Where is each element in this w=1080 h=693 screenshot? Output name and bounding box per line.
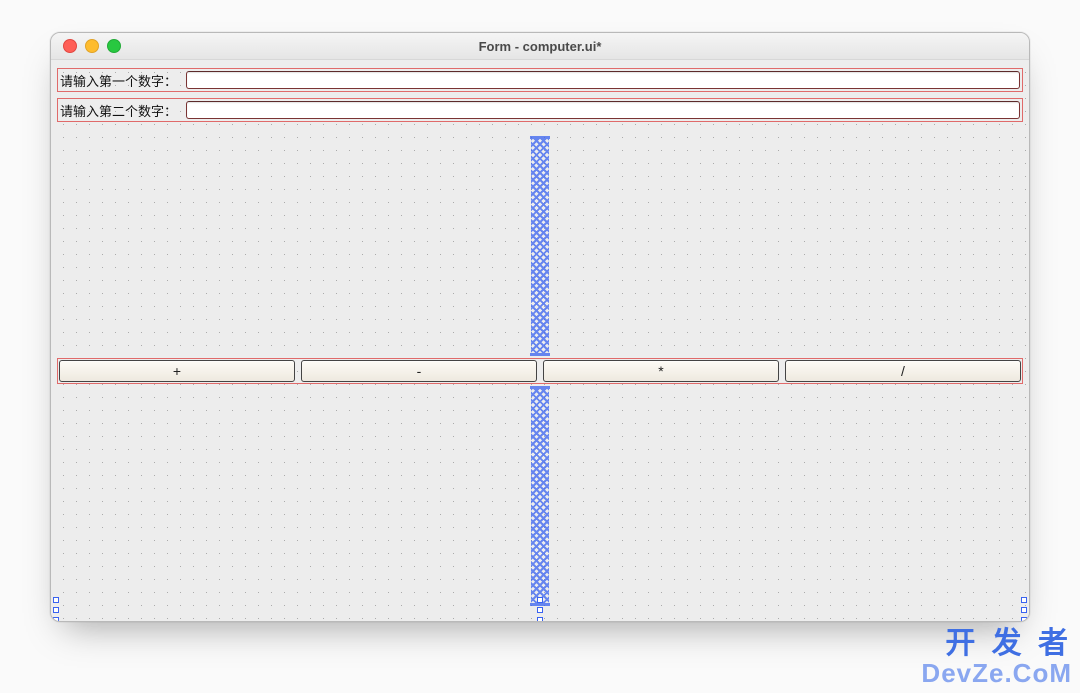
selection-handle[interactable] bbox=[53, 617, 59, 622]
divide-button[interactable]: / bbox=[785, 360, 1021, 382]
watermark: 开 发 者 DevZe.CoM bbox=[921, 628, 1072, 687]
input-number-1[interactable] bbox=[186, 71, 1020, 89]
divide-label: / bbox=[901, 363, 905, 379]
designer-window: Form - computer.ui* 请输入第一个数字： 请输入第二个数字： … bbox=[50, 32, 1030, 622]
selection-handle[interactable] bbox=[53, 597, 59, 603]
subtract-button[interactable]: - bbox=[301, 360, 537, 382]
window-title: Form - computer.ui* bbox=[51, 39, 1029, 54]
multiply-label: * bbox=[658, 363, 663, 379]
close-icon[interactable] bbox=[63, 39, 77, 53]
selection-handle[interactable] bbox=[537, 617, 543, 622]
input-row-2[interactable]: 请输入第二个数字： bbox=[57, 98, 1023, 122]
label-number-1: 请输入第一个数字： bbox=[58, 69, 186, 91]
input-row-1[interactable]: 请输入第一个数字： bbox=[57, 68, 1023, 92]
selection-handle[interactable] bbox=[537, 607, 543, 613]
operator-button-row[interactable]: + - * / bbox=[57, 358, 1023, 384]
zoom-icon[interactable] bbox=[107, 39, 121, 53]
selection-handle[interactable] bbox=[53, 607, 59, 613]
traffic-lights bbox=[51, 39, 121, 53]
multiply-button[interactable]: * bbox=[543, 360, 779, 382]
watermark-line-2: DevZe.CoM bbox=[921, 660, 1072, 687]
vertical-spacer-top[interactable] bbox=[531, 136, 549, 356]
subtract-label: - bbox=[417, 363, 422, 379]
form-canvas[interactable]: 请输入第一个数字： 请输入第二个数字： + - * / bbox=[51, 60, 1029, 621]
vertical-spacer-bottom[interactable] bbox=[531, 386, 549, 606]
selection-handle[interactable] bbox=[1021, 617, 1027, 622]
titlebar: Form - computer.ui* bbox=[51, 33, 1029, 60]
selection-handle[interactable] bbox=[537, 597, 543, 603]
add-label: + bbox=[173, 363, 181, 379]
label-number-2: 请输入第二个数字： bbox=[58, 99, 186, 121]
selection-handle[interactable] bbox=[1021, 607, 1027, 613]
minimize-icon[interactable] bbox=[85, 39, 99, 53]
selection-handle[interactable] bbox=[1021, 597, 1027, 603]
input-number-2[interactable] bbox=[186, 101, 1020, 119]
watermark-line-1: 开 发 者 bbox=[921, 628, 1072, 660]
add-button[interactable]: + bbox=[59, 360, 295, 382]
